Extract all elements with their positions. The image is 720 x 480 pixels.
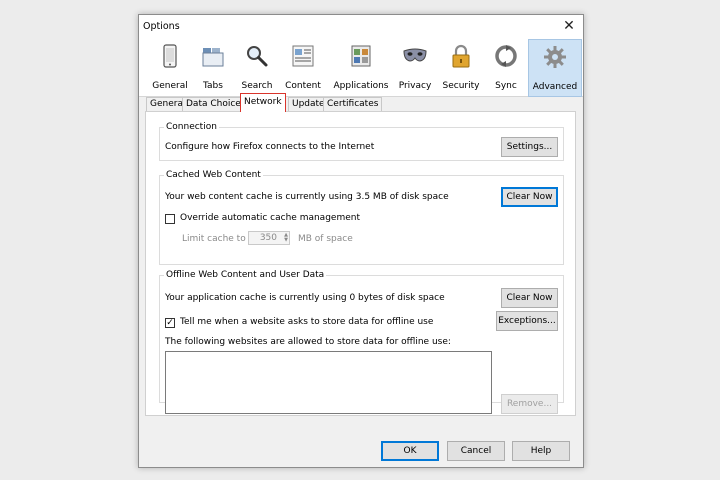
toolbar-label: Security — [442, 81, 480, 91]
toolbar-label: General — [152, 81, 188, 91]
sync-icon — [495, 45, 517, 67]
offline-status: Your application cache is currently usin… — [165, 293, 445, 303]
applications-icon — [351, 45, 371, 67]
cache-size-stepper[interactable]: 350 ▲ ▼ — [248, 231, 290, 245]
connection-settings-button[interactable]: Settings... — [501, 137, 558, 157]
mask-icon — [403, 48, 427, 62]
ok-button[interactable]: OK — [381, 441, 439, 461]
cache-size-value: 350 — [259, 233, 277, 243]
gear-icon — [544, 46, 566, 68]
allowed-sites-list[interactable] — [165, 351, 492, 414]
cancel-button[interactable]: Cancel — [447, 441, 505, 461]
exceptions-button[interactable]: Exceptions... — [496, 311, 558, 331]
remove-button[interactable]: Remove... — [501, 394, 558, 414]
toolbar-label: Privacy — [398, 81, 432, 91]
toolbar-security[interactable]: Security — [439, 39, 483, 97]
window-title: Options — [143, 21, 180, 32]
toolbar-label: Applications — [333, 81, 389, 91]
override-cache-checkbox[interactable] — [165, 214, 175, 224]
close-button[interactable]: ✕ — [561, 18, 577, 34]
category-toolbar: General Tabs Search Content Applications… — [139, 39, 583, 97]
content-icon — [292, 45, 314, 67]
tell-me-checkbox[interactable]: ✓ — [165, 318, 175, 328]
network-panel: Connection Configure how Firefox connect… — [145, 111, 576, 416]
toolbar-label: Content — [285, 81, 321, 91]
stepper-arrows-icon[interactable]: ▲ ▼ — [280, 233, 288, 243]
cache-title: Cached Web Content — [164, 170, 263, 180]
cache-unit-label: MB of space — [298, 234, 353, 244]
cache-clear-now-button[interactable]: Clear Now — [501, 187, 558, 207]
padlock-icon — [452, 44, 470, 68]
override-cache-label: Override automatic cache management — [180, 213, 360, 223]
connection-title: Connection — [164, 122, 219, 132]
help-button[interactable]: Help — [512, 441, 570, 461]
cache-group: Cached Web Content Your web content cach… — [159, 170, 564, 265]
limit-cache-label: Limit cache to — [182, 234, 246, 244]
toolbar-general[interactable]: General — [149, 39, 191, 97]
magnifier-icon — [247, 46, 268, 67]
offline-group: Offline Web Content and User Data Your a… — [159, 270, 564, 414]
connection-group: Connection Configure how Firefox connect… — [159, 122, 564, 161]
toolbar-label: Tabs — [203, 81, 223, 91]
allowed-sites-label: The following websites are allowed to st… — [165, 337, 451, 347]
options-dialog: Options ✕ General Tabs Search Content Ap… — [138, 14, 584, 468]
toolbar-advanced[interactable]: Advanced — [528, 39, 582, 97]
toolbar-label: Search — [241, 81, 273, 91]
toolbar-tabs[interactable]: Tabs — [195, 39, 231, 97]
toolbar-search[interactable]: Search — [237, 39, 277, 97]
tabs-icon — [202, 48, 224, 67]
phone-icon — [163, 44, 177, 68]
connection-description: Configure how Firefox connects to the In… — [165, 142, 375, 152]
toolbar-content[interactable]: Content — [281, 39, 325, 97]
toolbar-privacy[interactable]: Privacy — [395, 39, 435, 97]
toolbar-label: Sync — [495, 81, 517, 91]
tab-certificates[interactable]: Certificates — [323, 97, 383, 111]
offline-title: Offline Web Content and User Data — [164, 270, 327, 280]
offline-clear-now-button[interactable]: Clear Now — [501, 288, 558, 308]
toolbar-applications[interactable]: Applications — [331, 39, 391, 97]
cache-status: Your web content cache is currently usin… — [165, 192, 449, 202]
toolbar-label: Advanced — [532, 82, 578, 92]
tab-network[interactable]: Network — [240, 93, 286, 112]
toolbar-sync[interactable]: Sync — [487, 39, 525, 97]
title-bar: Options ✕ — [139, 15, 583, 39]
tell-me-label: Tell me when a website asks to store dat… — [180, 317, 434, 327]
